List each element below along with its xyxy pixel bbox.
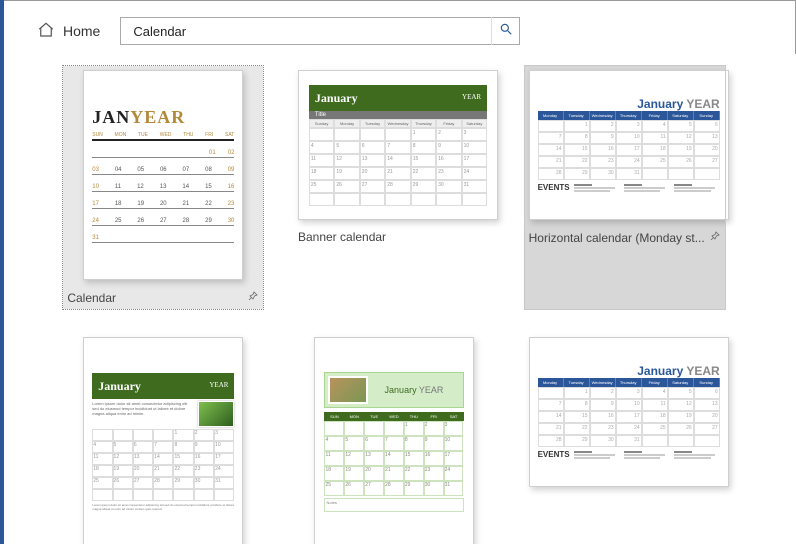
search-box bbox=[120, 17, 520, 45]
template-gallery: JANYEARSUNMONTUEWEDTHUFRISAT010203040506… bbox=[4, 54, 796, 544]
template-thumbnail: JANYEARSUNMONTUEWEDTHUFRISAT010203040506… bbox=[83, 70, 243, 280]
pin-icon[interactable] bbox=[709, 230, 721, 245]
header: Home bbox=[1, 1, 795, 55]
template-thumbnail: JanuaryYEARLorem ipsum dolor sit amet co… bbox=[83, 337, 243, 544]
template-thumbnail: January YEARMondayTuesdayWednesdayThursd… bbox=[529, 70, 729, 220]
home-icon bbox=[37, 21, 55, 42]
template-tile[interactable]: January YEARMondayTuesdayWednesdayThursd… bbox=[525, 333, 725, 544]
template-tile[interactable]: January YEARMondayTuesdayWednesdayThursd… bbox=[525, 66, 725, 309]
template-tile[interactable]: JANYEARSUNMONTUEWEDTHUFRISAT010203040506… bbox=[63, 66, 263, 309]
template-thumbnail: JanuaryYEARTitleSundayMondayTuesdayWedne… bbox=[298, 70, 498, 220]
template-label: Calendar bbox=[67, 291, 116, 305]
template-label: Horizontal calendar (Monday st... bbox=[529, 231, 705, 245]
template-label-row: Horizontal calendar (Monday st... bbox=[529, 230, 721, 245]
pin-icon[interactable] bbox=[247, 290, 259, 305]
template-tile[interactable]: JanuaryYEARLorem ipsum dolor sit amet co… bbox=[63, 333, 263, 544]
template-tile[interactable]: JanuaryYEARTitleSundayMondayTuesdayWedne… bbox=[294, 66, 494, 309]
template-label-row: Banner calendar bbox=[298, 230, 490, 244]
home-label: Home bbox=[63, 23, 100, 39]
search-input[interactable] bbox=[131, 23, 491, 40]
template-thumbnail: January YEARMondayTuesdayWednesdayThursd… bbox=[529, 337, 729, 487]
search-button[interactable] bbox=[491, 17, 519, 45]
search-icon bbox=[499, 22, 513, 41]
template-thumbnail: January YEARSUNMONTUEWEDTHUFRISAT1234567… bbox=[314, 337, 474, 544]
template-label: Banner calendar bbox=[298, 230, 386, 244]
home-link[interactable]: Home bbox=[37, 21, 100, 42]
template-label-row: Calendar bbox=[67, 290, 259, 305]
template-tile[interactable]: January YEARSUNMONTUEWEDTHUFRISAT1234567… bbox=[294, 333, 494, 544]
